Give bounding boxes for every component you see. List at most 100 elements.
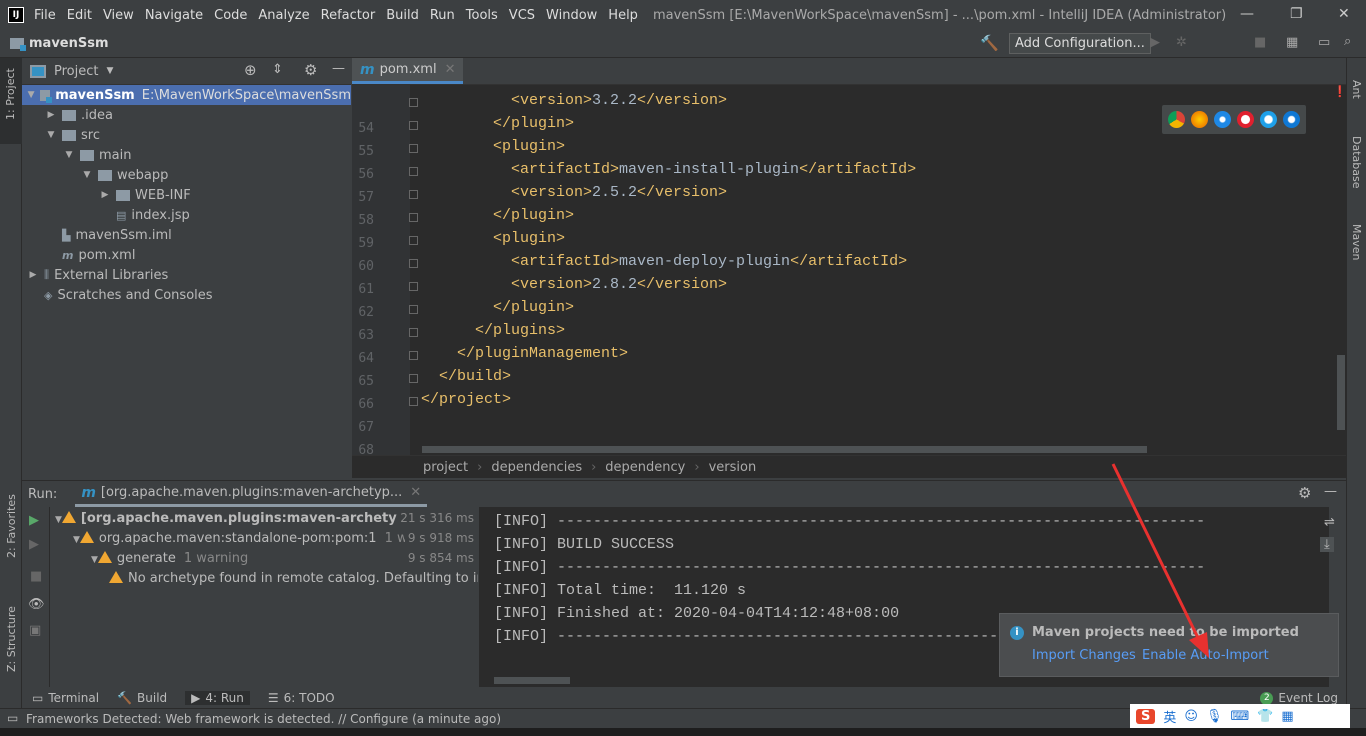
minimize-button[interactable]: —	[1240, 6, 1254, 22]
menu-run[interactable]: Run	[430, 8, 455, 23]
console-scrollbar[interactable]	[494, 677, 570, 684]
menu-file[interactable]: File	[34, 8, 56, 23]
fold-marker-icon[interactable]	[409, 213, 418, 222]
stop-icon[interactable]: ■	[30, 569, 42, 584]
menu-tools[interactable]: Tools	[466, 8, 498, 23]
code-line[interactable]: </pluginManagement>	[457, 345, 628, 362]
collapse-arrow-icon[interactable]: ▶	[98, 190, 112, 200]
tree-item[interactable]: ◈ Scratches and Consoles	[22, 285, 351, 305]
eye-icon[interactable]: 👁	[28, 597, 45, 612]
menu-code[interactable]: Code	[214, 8, 247, 23]
tree-item[interactable]: ▼ main	[22, 145, 351, 165]
locate-icon[interactable]: ⊕	[244, 61, 257, 79]
run-tool-button[interactable]: ▶ 4: Run	[185, 691, 250, 705]
code-line[interactable]: </plugin>	[493, 207, 574, 224]
fold-marker-icon[interactable]	[409, 98, 418, 107]
edge-browser-icon[interactable]	[1283, 111, 1300, 128]
fold-marker-icon[interactable]	[409, 121, 418, 130]
status-toggle-icon[interactable]: ▭	[7, 711, 18, 725]
fold-marker-icon[interactable]	[409, 236, 418, 245]
layout-icon[interactable]: ▭	[1318, 35, 1330, 50]
gear-icon[interactable]: ⚙	[1298, 484, 1311, 502]
ime-skin-icon[interactable]: 👕	[1257, 709, 1273, 724]
menu-window[interactable]: Window	[546, 8, 597, 23]
run-tree-item[interactable]: No archetype found in remote catalog. De…	[109, 571, 478, 591]
favorites-tool-button[interactable]: 2: Favorites	[5, 494, 18, 558]
database-tool-button[interactable]: Database	[1350, 136, 1363, 189]
sogou-icon[interactable]: S	[1136, 708, 1156, 724]
code-line[interactable]: </build>	[439, 368, 511, 385]
code-line[interactable]: <plugin>	[493, 230, 565, 247]
menu-build[interactable]: Build	[386, 8, 419, 23]
fold-marker-icon[interactable]	[409, 351, 418, 360]
menu-navigate[interactable]: Navigate	[145, 8, 203, 23]
vertical-scrollbar[interactable]	[1337, 355, 1345, 430]
tab-pom-xml[interactable]: m pom.xml ✕	[352, 58, 464, 84]
code-line[interactable]: <plugin>	[493, 138, 565, 155]
hide-icon[interactable]: —	[1324, 484, 1337, 499]
firefox-browser-icon[interactable]	[1191, 111, 1208, 128]
tree-item[interactable]: ▤ index.jsp	[22, 205, 351, 225]
horizontal-scrollbar[interactable]	[422, 446, 1147, 453]
ime-emoji-icon[interactable]: ☺	[1184, 709, 1198, 724]
restore-button[interactable]: ❐	[1290, 6, 1303, 22]
code-line[interactable]: <artifactId>maven-deploy-plugin</artifac…	[511, 253, 907, 270]
expand-arrow-icon[interactable]: ▼	[26, 90, 36, 100]
code-line[interactable]: </plugin>	[493, 299, 574, 316]
collapse-all-icon[interactable]: ⇕	[272, 62, 283, 77]
tree-item[interactable]: ▶ WEB-INF	[22, 185, 351, 205]
fold-marker-icon[interactable]	[409, 328, 418, 337]
project-structure-icon[interactable]: ▦	[1286, 35, 1298, 50]
ime-voice-icon[interactable]: 🎙	[1206, 709, 1223, 724]
scroll-to-end-icon[interactable]: ⤓	[1320, 537, 1334, 552]
expand-arrow-icon[interactable]: ▼	[73, 535, 80, 545]
run-tree-item[interactable]: ▼ [org.apache.maven.plugins:maven-archety…	[55, 511, 474, 531]
project-tool-button[interactable]: 1: Project	[0, 58, 22, 144]
chevron-down-icon[interactable]: ▼	[106, 66, 113, 76]
stop-icon[interactable]: ■	[1254, 35, 1266, 50]
menu-edit[interactable]: Edit	[67, 8, 92, 23]
fold-marker-icon[interactable]	[409, 305, 418, 314]
error-indicator-icon[interactable]: ❗	[1333, 85, 1347, 98]
gear-icon[interactable]: ⚙	[304, 61, 317, 79]
expand-arrow-icon[interactable]: ▼	[80, 170, 94, 180]
tree-item[interactable]: m pom.xml	[22, 245, 351, 265]
code-line[interactable]: <artifactId>maven-install-plugin</artifa…	[511, 161, 916, 178]
code-line[interactable]: </project>	[421, 391, 511, 408]
expand-arrow-icon[interactable]: ▼	[62, 150, 76, 160]
structure-tool-button[interactable]: Z: Structure	[5, 606, 18, 672]
chrome-browser-icon[interactable]	[1168, 111, 1185, 128]
fold-marker-icon[interactable]	[409, 374, 418, 383]
collapse-arrow-icon[interactable]: ▶	[44, 110, 58, 120]
close-tab-icon[interactable]: ✕	[445, 62, 456, 77]
camera-icon[interactable]: ▣	[29, 623, 41, 638]
ime-english-icon[interactable]: 英	[1163, 707, 1176, 726]
ant-tool-button[interactable]: Ant	[1350, 80, 1363, 99]
hide-icon[interactable]: —	[332, 61, 345, 76]
menu-vcs[interactable]: VCS	[509, 8, 535, 23]
code-line[interactable]: <version>2.5.2</version>	[511, 184, 727, 201]
fold-marker-icon[interactable]	[409, 144, 418, 153]
breadcrumb-item[interactable]: dependency	[605, 460, 685, 475]
status-text[interactable]: Frameworks Detected: Web framework is de…	[26, 712, 501, 726]
add-configuration-button[interactable]: Add Configuration...	[1009, 33, 1151, 54]
run-tree-item[interactable]: ▼ generate 1 warning 9 s 854 ms	[91, 551, 474, 571]
ime-keyboard-icon[interactable]: ⌨	[1230, 709, 1249, 724]
tree-item[interactable]: ▼ mavenSsm E:\MavenWorkSpace\mavenSsm	[22, 85, 351, 105]
project-view-selector[interactable]: Project	[54, 64, 98, 79]
menu-help[interactable]: Help	[608, 8, 638, 23]
close-window-button[interactable]: ✕	[1338, 6, 1350, 22]
expand-arrow-icon[interactable]: ▼	[44, 130, 58, 140]
debug-icon[interactable]: ✲	[1176, 35, 1187, 50]
code-line[interactable]: </plugins>	[475, 322, 565, 339]
fold-marker-icon[interactable]	[409, 167, 418, 176]
tree-item[interactable]: ▼ src	[22, 125, 351, 145]
breadcrumb-item[interactable]: project	[423, 460, 468, 475]
opera-browser-icon[interactable]	[1237, 111, 1254, 128]
breadcrumb-item[interactable]: version	[709, 460, 757, 475]
expand-arrow-icon[interactable]: ▼	[55, 515, 62, 525]
run-icon[interactable]: ▶	[1150, 35, 1160, 50]
build-hammer-icon[interactable]: 🔨	[980, 34, 999, 52]
code-line[interactable]: <version>3.2.2</version>	[511, 92, 727, 109]
run-tree-item[interactable]: ▼ org.apache.maven:standalone-pom:pom:1 1 …	[73, 531, 474, 551]
